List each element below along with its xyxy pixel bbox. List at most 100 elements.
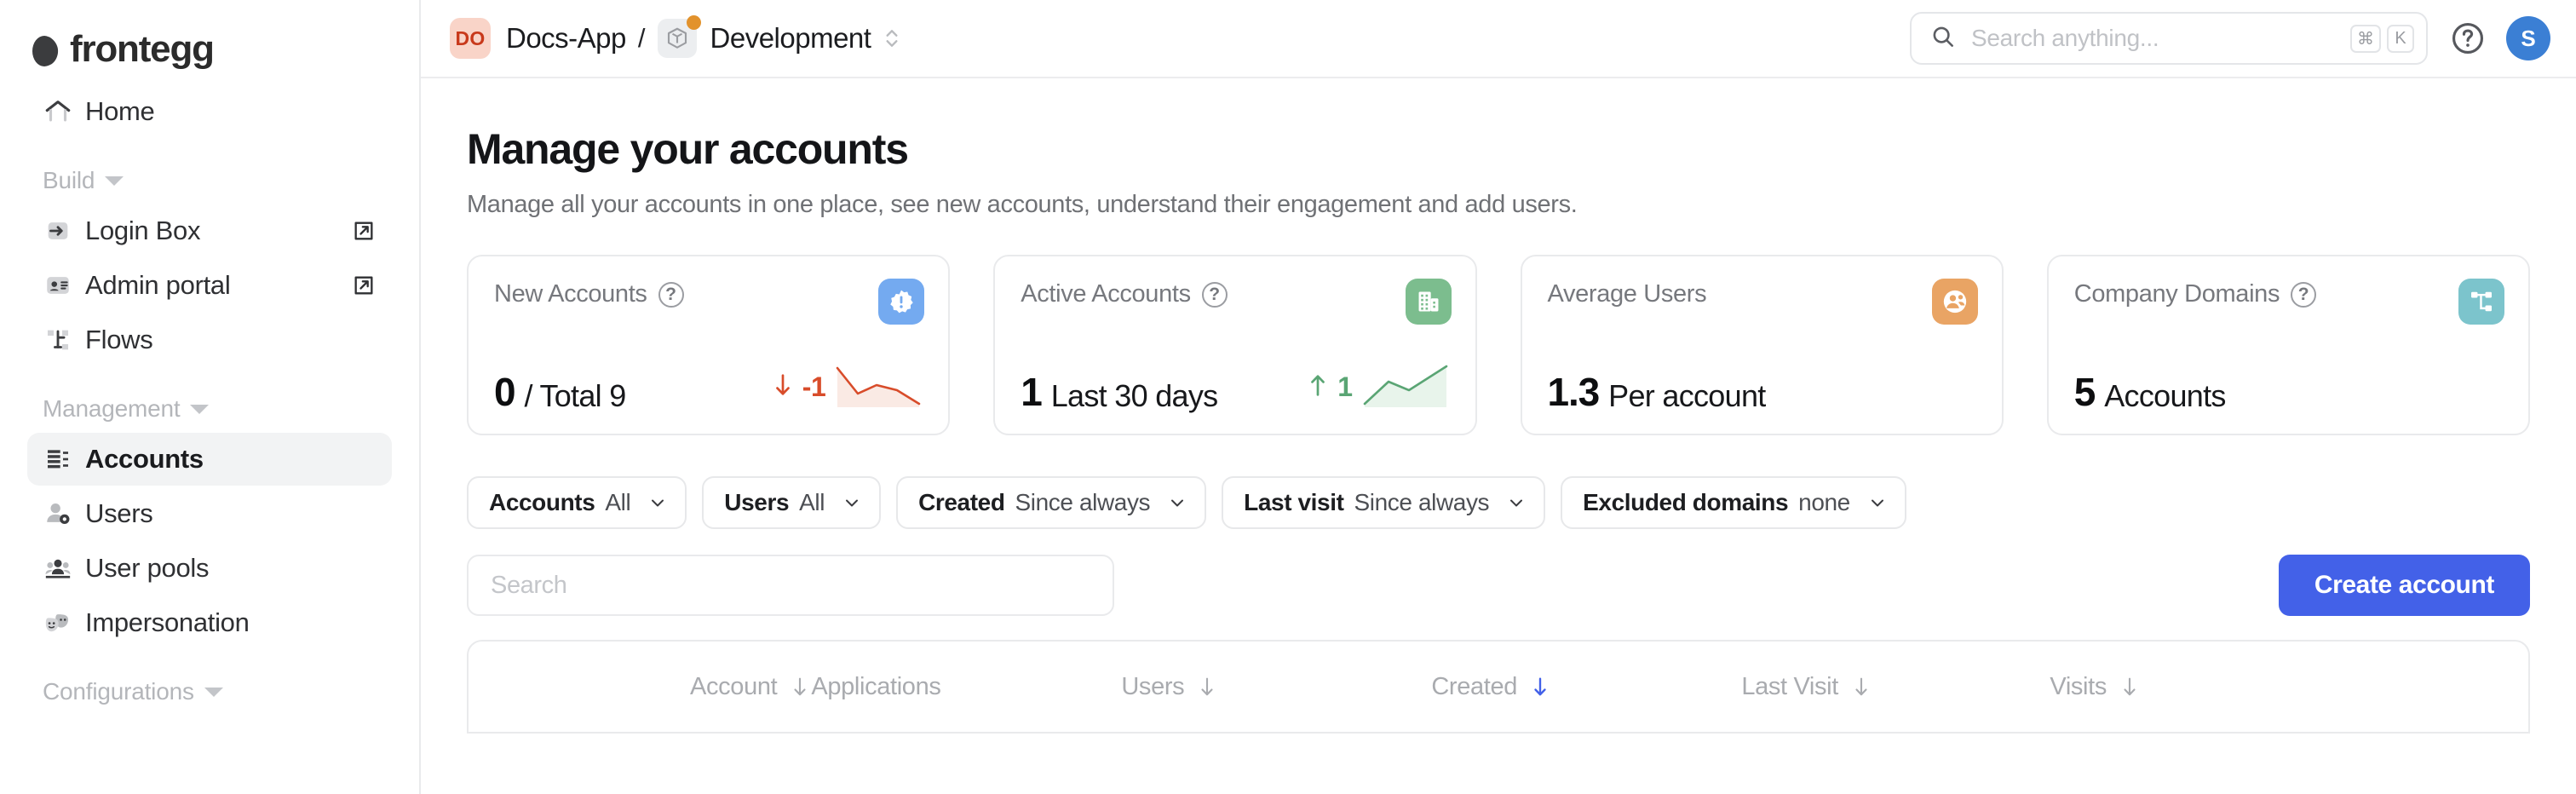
card-unit: Per account (1608, 381, 1765, 411)
arrow-down-icon[interactable] (789, 674, 811, 699)
table-column-last-visit[interactable]: Last Visit (1741, 673, 2050, 701)
card-body: 1.3 Per account (1548, 372, 1976, 411)
user-gear-icon (43, 498, 73, 529)
accounts-list-icon (43, 444, 73, 475)
breadcrumb: DO Docs-App / Development (450, 18, 901, 59)
sidebar-item-label: Login Box (85, 216, 200, 246)
card-unit: Accounts (2104, 381, 2225, 411)
question-circle-icon[interactable]: ? (658, 282, 684, 308)
sidebar-group-label: Configurations (43, 678, 194, 705)
page-subtitle: Manage all your accounts in one place, s… (467, 191, 2530, 219)
cube-icon (658, 19, 697, 58)
sidebar-item-label: Admin portal (85, 270, 230, 301)
shortcut-key-cmd: ⌘ (2350, 25, 2381, 53)
filter-value: Since always (1354, 489, 1490, 516)
search-input[interactable]: Search (467, 555, 1114, 616)
card-trend: 1 (1307, 363, 1449, 411)
sidebar-item-user-pools[interactable]: User pools (27, 542, 392, 595)
arrow-down-icon[interactable] (1196, 674, 1218, 699)
stat-card-average-users[interactable]: Average Users 1.3 Per account (1521, 255, 2004, 435)
sidebar-item-impersonation[interactable]: Impersonation (27, 596, 392, 649)
chevron-down-icon (647, 492, 668, 513)
chevron-updown-icon[interactable] (883, 25, 901, 52)
sidebar-item-admin-portal[interactable]: Admin portal (27, 259, 392, 312)
arrow-down-icon[interactable] (1529, 674, 1551, 699)
home-icon (43, 96, 73, 127)
filter-users[interactable]: Users All (702, 476, 881, 529)
question-circle-icon[interactable]: ? (2291, 282, 2316, 308)
arrow-down-icon[interactable] (2119, 674, 2141, 699)
stat-card-company-domains[interactable]: Company Domains ? 5 (2047, 255, 2530, 435)
column-label: Applications (811, 673, 940, 701)
app-root: frontegg Home Build (0, 0, 2576, 794)
card-header: Active Accounts ? (1021, 280, 1449, 308)
chevron-down-icon (1167, 492, 1187, 513)
sidebar-item-label: Impersonation (85, 607, 250, 638)
sidebar-item-flows[interactable]: Flows (27, 314, 392, 366)
card-body: 5 Accounts (2074, 372, 2503, 411)
card-value: 0 (494, 372, 515, 411)
column-label: Created (1431, 673, 1517, 701)
filter-created[interactable]: Created Since always (896, 476, 1206, 529)
filter-bar: Accounts All Users All Created Since alw… (467, 476, 2530, 529)
accounts-table: Account Applications Users (467, 640, 2530, 734)
sidebar-item-users[interactable]: Users (27, 487, 392, 540)
sidebar-group-configurations[interactable]: Configurations (27, 668, 392, 716)
search-icon (1930, 24, 1956, 54)
chevron-down-icon (1506, 492, 1527, 513)
question-circle-icon[interactable]: ? (1202, 282, 1228, 308)
sidebar-item-login-box[interactable]: Login Box (27, 204, 392, 257)
sparkline-down (834, 363, 923, 411)
brand-logo[interactable]: frontegg (0, 0, 419, 80)
app-initials-badge[interactable]: DO (450, 18, 491, 59)
sidebar-item-accounts[interactable]: Accounts (27, 433, 392, 486)
table-toolbar: Search Create account (467, 555, 2530, 616)
card-value: 1.3 (1548, 372, 1600, 411)
column-label: Last Visit (1741, 673, 1838, 701)
breadcrumb-environment[interactable]: Development (710, 22, 871, 55)
card-body: 1 Last 30 days 1 (1021, 363, 1449, 411)
search-shortcut: ⌘ K (2350, 25, 2414, 53)
filter-last-visit[interactable]: Last visit Since always (1222, 476, 1545, 529)
card-unit: Last 30 days (1051, 381, 1218, 411)
sidebar-group-label: Management (43, 395, 180, 423)
alert-badge-icon (878, 279, 924, 325)
sidebar-group-label: Build (43, 167, 95, 194)
external-link-icon[interactable] (351, 218, 377, 244)
stat-card-new-accounts[interactable]: New Accounts ? 0 / Total 9 (467, 255, 950, 435)
stat-cards: New Accounts ? 0 / Total 9 (467, 255, 2530, 435)
filter-value: none (1798, 489, 1850, 516)
stat-card-active-accounts[interactable]: Active Accounts ? (993, 255, 1476, 435)
arrow-down-icon[interactable] (1850, 674, 1872, 699)
sidebar-group-build[interactable]: Build (27, 157, 392, 204)
question-circle-icon[interactable] (2450, 20, 2486, 56)
sidebar: frontegg Home Build (0, 0, 421, 794)
card-title: Company Domains (2074, 280, 2280, 308)
sidebar-group-management[interactable]: Management (27, 385, 392, 433)
table-column-visits[interactable]: Visits (2050, 673, 2305, 701)
sidebar-item-label: Accounts (85, 444, 204, 475)
table-column-account[interactable]: Account (469, 673, 811, 701)
breadcrumb-app-name[interactable]: Docs-App (506, 22, 626, 55)
flows-icon (43, 325, 73, 355)
admin-card-icon (43, 270, 73, 301)
chevron-down-icon (1867, 492, 1888, 513)
external-link-icon[interactable] (351, 273, 377, 298)
arrow-up-icon (1307, 371, 1329, 404)
caret-down-icon (204, 688, 223, 697)
filter-excluded-domains[interactable]: Excluded domains none (1561, 476, 1906, 529)
global-search-input[interactable]: Search anything... ⌘ K (1910, 12, 2428, 65)
table-column-applications[interactable]: Applications (811, 673, 1121, 701)
avatar[interactable]: S (2506, 16, 2550, 60)
table-column-created[interactable]: Created (1431, 673, 1741, 701)
create-account-button[interactable]: Create account (2279, 555, 2530, 616)
filter-accounts[interactable]: Accounts All (467, 476, 687, 529)
sidebar-nav: Home Build Login Box (0, 85, 419, 716)
arrow-down-icon (772, 371, 794, 404)
page-title: Manage your accounts (467, 124, 2530, 174)
table-column-users[interactable]: Users (1121, 673, 1431, 701)
card-header: Average Users (1548, 280, 1976, 308)
user-pools-icon (43, 553, 73, 584)
column-label: Users (1121, 673, 1184, 701)
sidebar-item-home[interactable]: Home (27, 85, 392, 138)
